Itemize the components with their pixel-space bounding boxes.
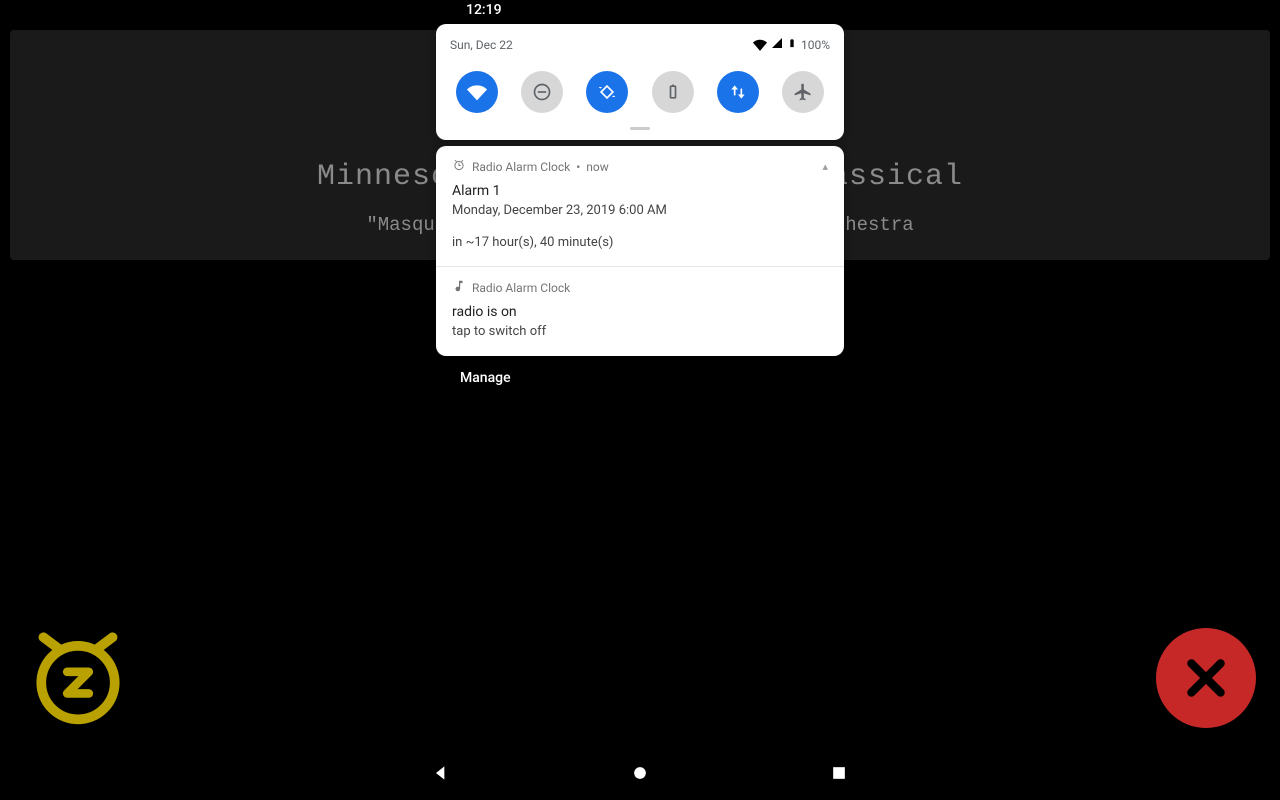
notification-app-name: Radio Alarm Clock <box>472 160 570 174</box>
qs-status-icons: 100% <box>753 36 830 53</box>
qs-battery-saver-tile[interactable] <box>652 71 694 113</box>
notification-time: now <box>586 160 609 174</box>
quick-settings-panel[interactable]: Sun, Dec 22 100% <box>436 24 844 140</box>
notification-header: Radio Alarm Clock <box>452 279 828 296</box>
notification-line: in ~17 hour(s), 40 minute(s) <box>452 233 828 253</box>
notification-title: radio is on <box>452 304 828 320</box>
notification-title: Alarm 1 <box>452 183 828 199</box>
qs-airplane-tile[interactable] <box>782 71 824 113</box>
wifi-status-icon <box>753 38 767 52</box>
manage-notifications-button[interactable]: Manage <box>460 370 844 386</box>
nav-back-button[interactable] <box>430 762 452 784</box>
notification-line: Monday, December 23, 2019 6:00 AM <box>452 201 828 221</box>
qs-drag-handle[interactable] <box>630 127 650 130</box>
battery-percent: 100% <box>801 38 830 52</box>
chevron-up-icon[interactable]: ▴ <box>822 160 828 173</box>
qs-autorotate-tile[interactable] <box>586 71 628 113</box>
qs-dnd-tile[interactable] <box>521 71 563 113</box>
qs-tiles-row <box>450 67 830 117</box>
snooze-icon <box>24 620 132 728</box>
snooze-button[interactable] <box>24 620 132 728</box>
status-clock: 12:19 <box>466 2 502 18</box>
qs-wifi-tile[interactable] <box>456 71 498 113</box>
alarm-icon <box>452 158 466 175</box>
notification-list: Radio Alarm Clock • now ▴ Alarm 1 Monday… <box>436 146 844 356</box>
notification-line: tap to switch off <box>452 322 828 342</box>
close-icon <box>1181 653 1231 703</box>
nav-recent-button[interactable] <box>828 762 850 784</box>
qs-mobile-data-tile[interactable] <box>717 71 759 113</box>
android-navbar <box>430 762 850 784</box>
notification-app-name: Radio Alarm Clock <box>472 281 570 295</box>
nav-home-button[interactable] <box>629 762 651 784</box>
close-button[interactable] <box>1156 628 1256 728</box>
notification-item[interactable]: Radio Alarm Clock radio is on tap to swi… <box>436 266 844 356</box>
qs-date: Sun, Dec 22 <box>450 38 513 52</box>
battery-status-icon <box>787 36 797 53</box>
signal-icon <box>771 37 783 52</box>
notification-item[interactable]: Radio Alarm Clock • now ▴ Alarm 1 Monday… <box>436 146 844 266</box>
notification-header: Radio Alarm Clock • now ▴ <box>452 158 828 175</box>
notification-shade[interactable]: Sun, Dec 22 100% <box>436 24 844 386</box>
music-icon <box>452 279 466 296</box>
qs-header: Sun, Dec 22 100% <box>450 36 830 53</box>
